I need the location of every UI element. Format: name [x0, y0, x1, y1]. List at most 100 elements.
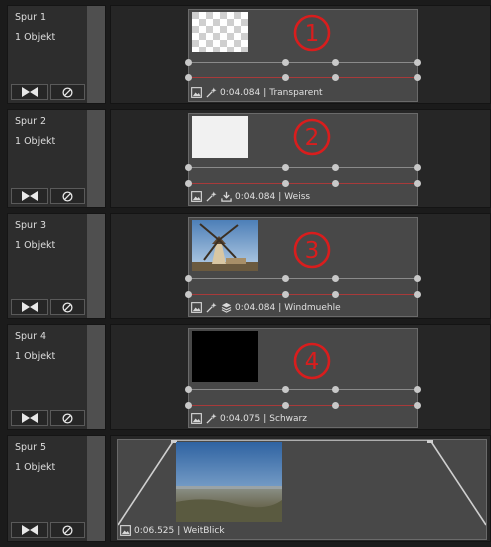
track-name: Spur 2 — [15, 116, 47, 127]
track-solo-button[interactable] — [11, 522, 48, 538]
track-solo-button[interactable] — [11, 188, 48, 204]
keyframe-line — [189, 167, 417, 168]
clip-label: WeitBlick — [183, 525, 225, 536]
track-name: Spur 1 — [15, 12, 47, 23]
keyframe-dot[interactable] — [332, 402, 339, 409]
no-entry-icon — [62, 190, 73, 202]
keyframe-dot[interactable] — [282, 164, 289, 171]
keyframe-dot[interactable] — [414, 74, 421, 81]
keyframe-dot[interactable] — [282, 402, 289, 409]
clip-info: 0:04.075 | Schwarz — [191, 412, 307, 425]
keyframe-dot[interactable] — [185, 275, 192, 282]
clip-label: Weiss — [284, 191, 311, 202]
keyframe-dot[interactable] — [185, 59, 192, 66]
clip-info: 0:04.084 | Windmuehle — [191, 301, 341, 314]
keyframe-dot[interactable] — [185, 74, 192, 81]
download-icon — [221, 191, 232, 202]
track-header: Spur 1 1 Objekt — [7, 5, 106, 104]
track-disable-button[interactable] — [50, 299, 85, 315]
bowtie-icon — [21, 87, 38, 97]
image-icon — [191, 191, 202, 202]
keyframe-dot[interactable] — [282, 386, 289, 393]
keyframe-dot[interactable] — [332, 59, 339, 66]
keyframe-dot[interactable] — [332, 386, 339, 393]
track-header-handle[interactable] — [87, 325, 105, 429]
track-name: Spur 3 — [15, 220, 47, 231]
keyframe-dot[interactable] — [185, 164, 192, 171]
keyframe-dot[interactable] — [282, 275, 289, 282]
keyframe-dot[interactable] — [414, 164, 421, 171]
separator: | — [263, 413, 267, 424]
keyframe-dot[interactable] — [332, 291, 339, 298]
image-icon — [120, 525, 131, 536]
track-object-count: 1 Objekt — [15, 240, 56, 251]
clip-duration: 0:04.084 — [220, 87, 261, 98]
track-object-count: 1 Objekt — [15, 351, 56, 362]
track-1: Spur 1 1 Objekt 1 0:04.084 | Transparent — [0, 5, 491, 104]
track-header: Spur 5 1 Objekt — [7, 435, 106, 542]
keyframe-dot[interactable] — [185, 402, 192, 409]
track-lane[interactable]: 3 0:04.084 | Windmuehle — [110, 213, 491, 319]
keyframe-dot[interactable] — [185, 180, 192, 187]
keyframe-dot[interactable] — [414, 402, 421, 409]
separator: | — [278, 191, 282, 202]
no-entry-icon — [62, 412, 73, 424]
keyframe-dot[interactable] — [282, 180, 289, 187]
clip[interactable]: 0:06.525 | WeitBlick — [117, 439, 487, 540]
track-solo-button[interactable] — [11, 299, 48, 315]
keyframe-dot[interactable] — [414, 180, 421, 187]
bowtie-icon — [21, 302, 38, 312]
bowtie-icon — [21, 413, 38, 423]
image-icon — [191, 413, 202, 424]
no-entry-icon — [62, 86, 73, 98]
keyframe-dot[interactable] — [282, 291, 289, 298]
keyframe-dot[interactable] — [414, 275, 421, 282]
track-lane[interactable]: 4 0:04.075 | Schwarz — [110, 324, 491, 430]
track-disable-button[interactable] — [50, 410, 85, 426]
track-solo-button[interactable] — [11, 84, 48, 100]
keyframe-dot[interactable] — [332, 180, 339, 187]
keyframe-dot[interactable] — [332, 74, 339, 81]
keyframe-dot[interactable] — [185, 386, 192, 393]
clip-thumbnail — [192, 331, 258, 382]
keyframe-dot[interactable] — [282, 74, 289, 81]
clip-label: Windmuehle — [284, 302, 341, 313]
bowtie-icon — [21, 191, 38, 201]
track-object-count: 1 Objekt — [15, 32, 56, 43]
track-solo-button[interactable] — [11, 410, 48, 426]
clip[interactable]: 2 0:04.084 | Weiss — [185, 113, 421, 206]
clip[interactable]: 3 0:04.084 | Windmuehle — [185, 217, 421, 317]
keyframe-dot[interactable] — [414, 386, 421, 393]
magic-wand-icon — [206, 302, 217, 313]
clip-info: 0:04.084 | Transparent — [191, 86, 323, 99]
keyframe-dot[interactable] — [414, 59, 421, 66]
clip-label: Transparent — [269, 87, 323, 98]
track-2: Spur 2 1 Objekt 2 0:04.084 | Weiss — [0, 109, 491, 208]
keyframe-dot[interactable] — [332, 275, 339, 282]
magic-wand-icon — [206, 87, 217, 98]
track-header-handle[interactable] — [87, 110, 105, 207]
keyframe-dot[interactable] — [185, 291, 192, 298]
track-disable-button[interactable] — [50, 188, 85, 204]
magic-wand-icon — [206, 413, 217, 424]
keyframe-dot[interactable] — [414, 291, 421, 298]
clip[interactable]: 4 0:04.075 | Schwarz — [185, 328, 421, 428]
track-header-handle[interactable] — [87, 6, 105, 103]
track-header-handle[interactable] — [87, 214, 105, 318]
keyframe-dot[interactable] — [282, 59, 289, 66]
clip[interactable]: 1 0:04.084 | Transparent — [185, 9, 421, 102]
track-lane[interactable]: 1 0:04.084 | Transparent — [110, 5, 491, 104]
track-disable-button[interactable] — [50, 84, 85, 100]
track-header: Spur 3 1 Objekt — [7, 213, 106, 319]
clip-duration: 0:06.525 — [134, 525, 175, 536]
track-disable-button[interactable] — [50, 522, 85, 538]
track-lane[interactable]: 0:06.525 | WeitBlick — [110, 435, 491, 542]
keyframe-dot[interactable] — [332, 164, 339, 171]
number-badge: 1 — [293, 14, 331, 52]
track-header-handle[interactable] — [87, 436, 105, 541]
number-badge: 2 — [293, 118, 331, 156]
separator: | — [263, 87, 267, 98]
track-lane[interactable]: 2 0:04.084 | Weiss — [110, 109, 491, 208]
keyframe-line — [189, 77, 417, 78]
no-entry-icon — [62, 524, 73, 536]
